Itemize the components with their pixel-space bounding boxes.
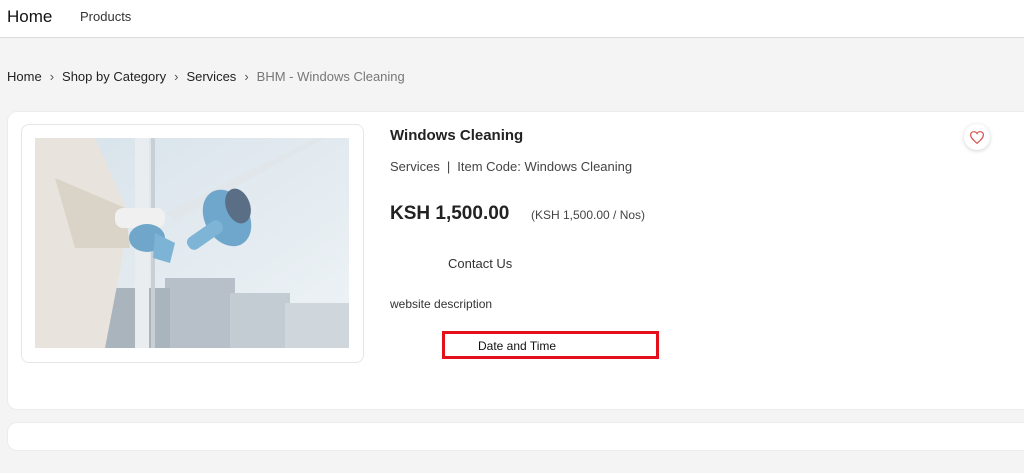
product-meta: Services | Item Code: Windows Cleaning (390, 159, 632, 174)
product-category[interactable]: Services (390, 159, 440, 174)
product-item-code: Item Code: Windows Cleaning (457, 159, 633, 174)
breadcrumb-services[interactable]: Services (186, 69, 236, 84)
contact-us-button[interactable]: Contact Us (448, 256, 512, 271)
product-image[interactable] (35, 138, 349, 348)
date-time-label[interactable]: Date and Time (478, 339, 556, 353)
heart-icon (970, 130, 984, 144)
chevron-right-icon: › (244, 69, 249, 84)
product-price: KSH 1,500.00 (390, 203, 510, 224)
breadcrumb-shop-by-category[interactable]: Shop by Category (62, 69, 166, 84)
top-navbar: Home Products (0, 0, 1024, 38)
nav-products-link[interactable]: Products (80, 9, 131, 24)
breadcrumb-current: BHM - Windows Cleaning (256, 69, 405, 84)
product-description: website description (390, 297, 493, 311)
brand-home-link[interactable]: Home (7, 7, 52, 27)
chevron-right-icon: › (49, 69, 55, 84)
meta-divider: | (446, 159, 451, 174)
window-cleaning-photo-icon (35, 138, 349, 348)
breadcrumb-home[interactable]: Home (7, 69, 42, 84)
product-unit-price: (KSH 1,500.00 / Nos) (531, 208, 646, 222)
secondary-card (7, 422, 1024, 451)
chevron-right-icon: › (174, 69, 179, 84)
wishlist-button[interactable] (964, 124, 990, 150)
product-title: Windows Cleaning (390, 127, 524, 144)
breadcrumb: Home › Shop by Category › Services › BHM… (7, 69, 405, 84)
